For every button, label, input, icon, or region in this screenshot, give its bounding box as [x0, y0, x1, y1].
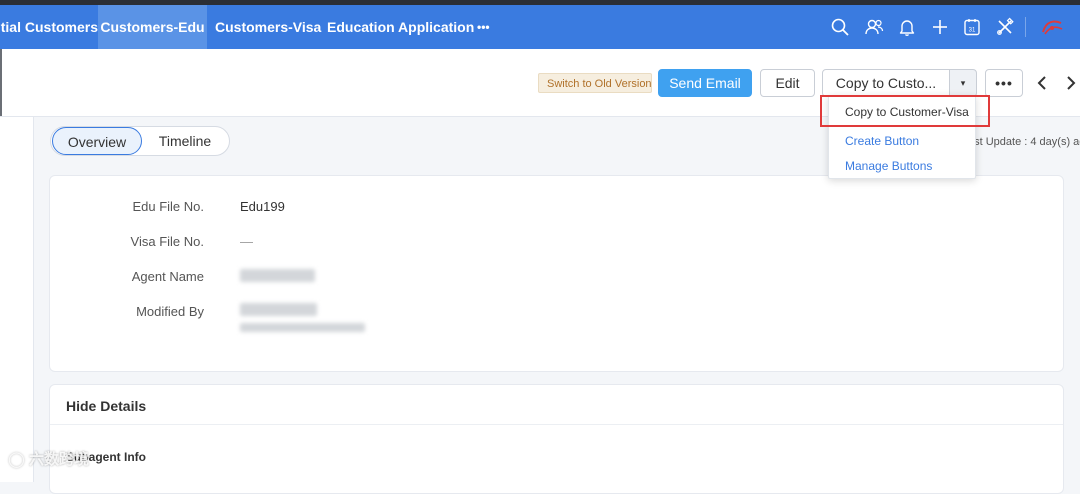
- next-record-icon[interactable]: [1062, 72, 1080, 94]
- switch-old-version-button[interactable]: Switch to Old Version: [538, 73, 652, 93]
- field-label-edu-file-no: Edu File No.: [132, 199, 204, 214]
- nav-more-button[interactable]: •••: [477, 5, 497, 49]
- copy-to-customer-button[interactable]: Copy to Custo...: [822, 69, 950, 97]
- search-icon[interactable]: [830, 17, 850, 37]
- field-label-modified-by: Modified By: [136, 304, 204, 319]
- nav-tab-potential-customers[interactable]: tial Customers: [0, 5, 98, 49]
- nav-tab-customers-visa[interactable]: Customers-Visa: [215, 5, 321, 49]
- highlight-annotation-box: [820, 95, 990, 127]
- view-tabs: Overview Timeline: [50, 126, 230, 156]
- nav-tab-education-application[interactable]: Education Application: [327, 5, 474, 49]
- send-email-button[interactable]: Send Email: [658, 69, 752, 97]
- tab-timeline[interactable]: Timeline: [145, 127, 225, 155]
- field-label-agent-name: Agent Name: [131, 269, 204, 284]
- previous-record-icon[interactable]: [1033, 72, 1051, 94]
- modified-by-redacted: [240, 303, 317, 316]
- menu-item-manage-buttons[interactable]: Manage Buttons: [845, 159, 932, 173]
- nav-tab-customers-edu[interactable]: Customers-Edu: [98, 5, 207, 49]
- details-divider: [50, 424, 1063, 425]
- left-sidebar: [0, 117, 34, 482]
- hide-details-toggle[interactable]: Hide Details: [66, 398, 146, 414]
- contacts-icon[interactable]: [864, 17, 884, 37]
- field-value-visa-file-no: —: [240, 234, 253, 249]
- field-value-edu-file-no: Edu199: [240, 199, 285, 214]
- tab-overview[interactable]: Overview: [52, 127, 142, 155]
- edit-button[interactable]: Edit: [760, 69, 815, 97]
- svg-text:31: 31: [969, 28, 976, 34]
- more-actions-button[interactable]: •••: [985, 69, 1023, 97]
- plus-icon[interactable]: [930, 17, 950, 37]
- tools-icon[interactable]: [995, 17, 1015, 37]
- watermark-logo-icon: ◯: [8, 451, 25, 468]
- top-nav: tial Customers Customers-Edu Customers-V…: [0, 5, 1080, 49]
- modified-time-redacted: [240, 323, 365, 332]
- copy-dropdown-caret-icon[interactable]: ▾: [949, 69, 977, 97]
- bell-icon[interactable]: [897, 17, 917, 37]
- agent-name-redacted: [240, 269, 315, 282]
- window-left-edge: [0, 49, 2, 116]
- watermark-text: 六数跨境: [28, 451, 89, 468]
- nav-divider: [1025, 17, 1026, 37]
- field-label-visa-file-no: Visa File No.: [130, 234, 204, 249]
- brand-logo: [1040, 17, 1064, 37]
- menu-item-create-button[interactable]: Create Button: [845, 134, 919, 148]
- watermark: ◯ 六数跨境: [8, 448, 89, 469]
- calendar-icon[interactable]: 31: [962, 17, 982, 37]
- details-card: [49, 384, 1064, 494]
- last-update-text: ast Update : 4 day(s) ag: [968, 136, 1080, 148]
